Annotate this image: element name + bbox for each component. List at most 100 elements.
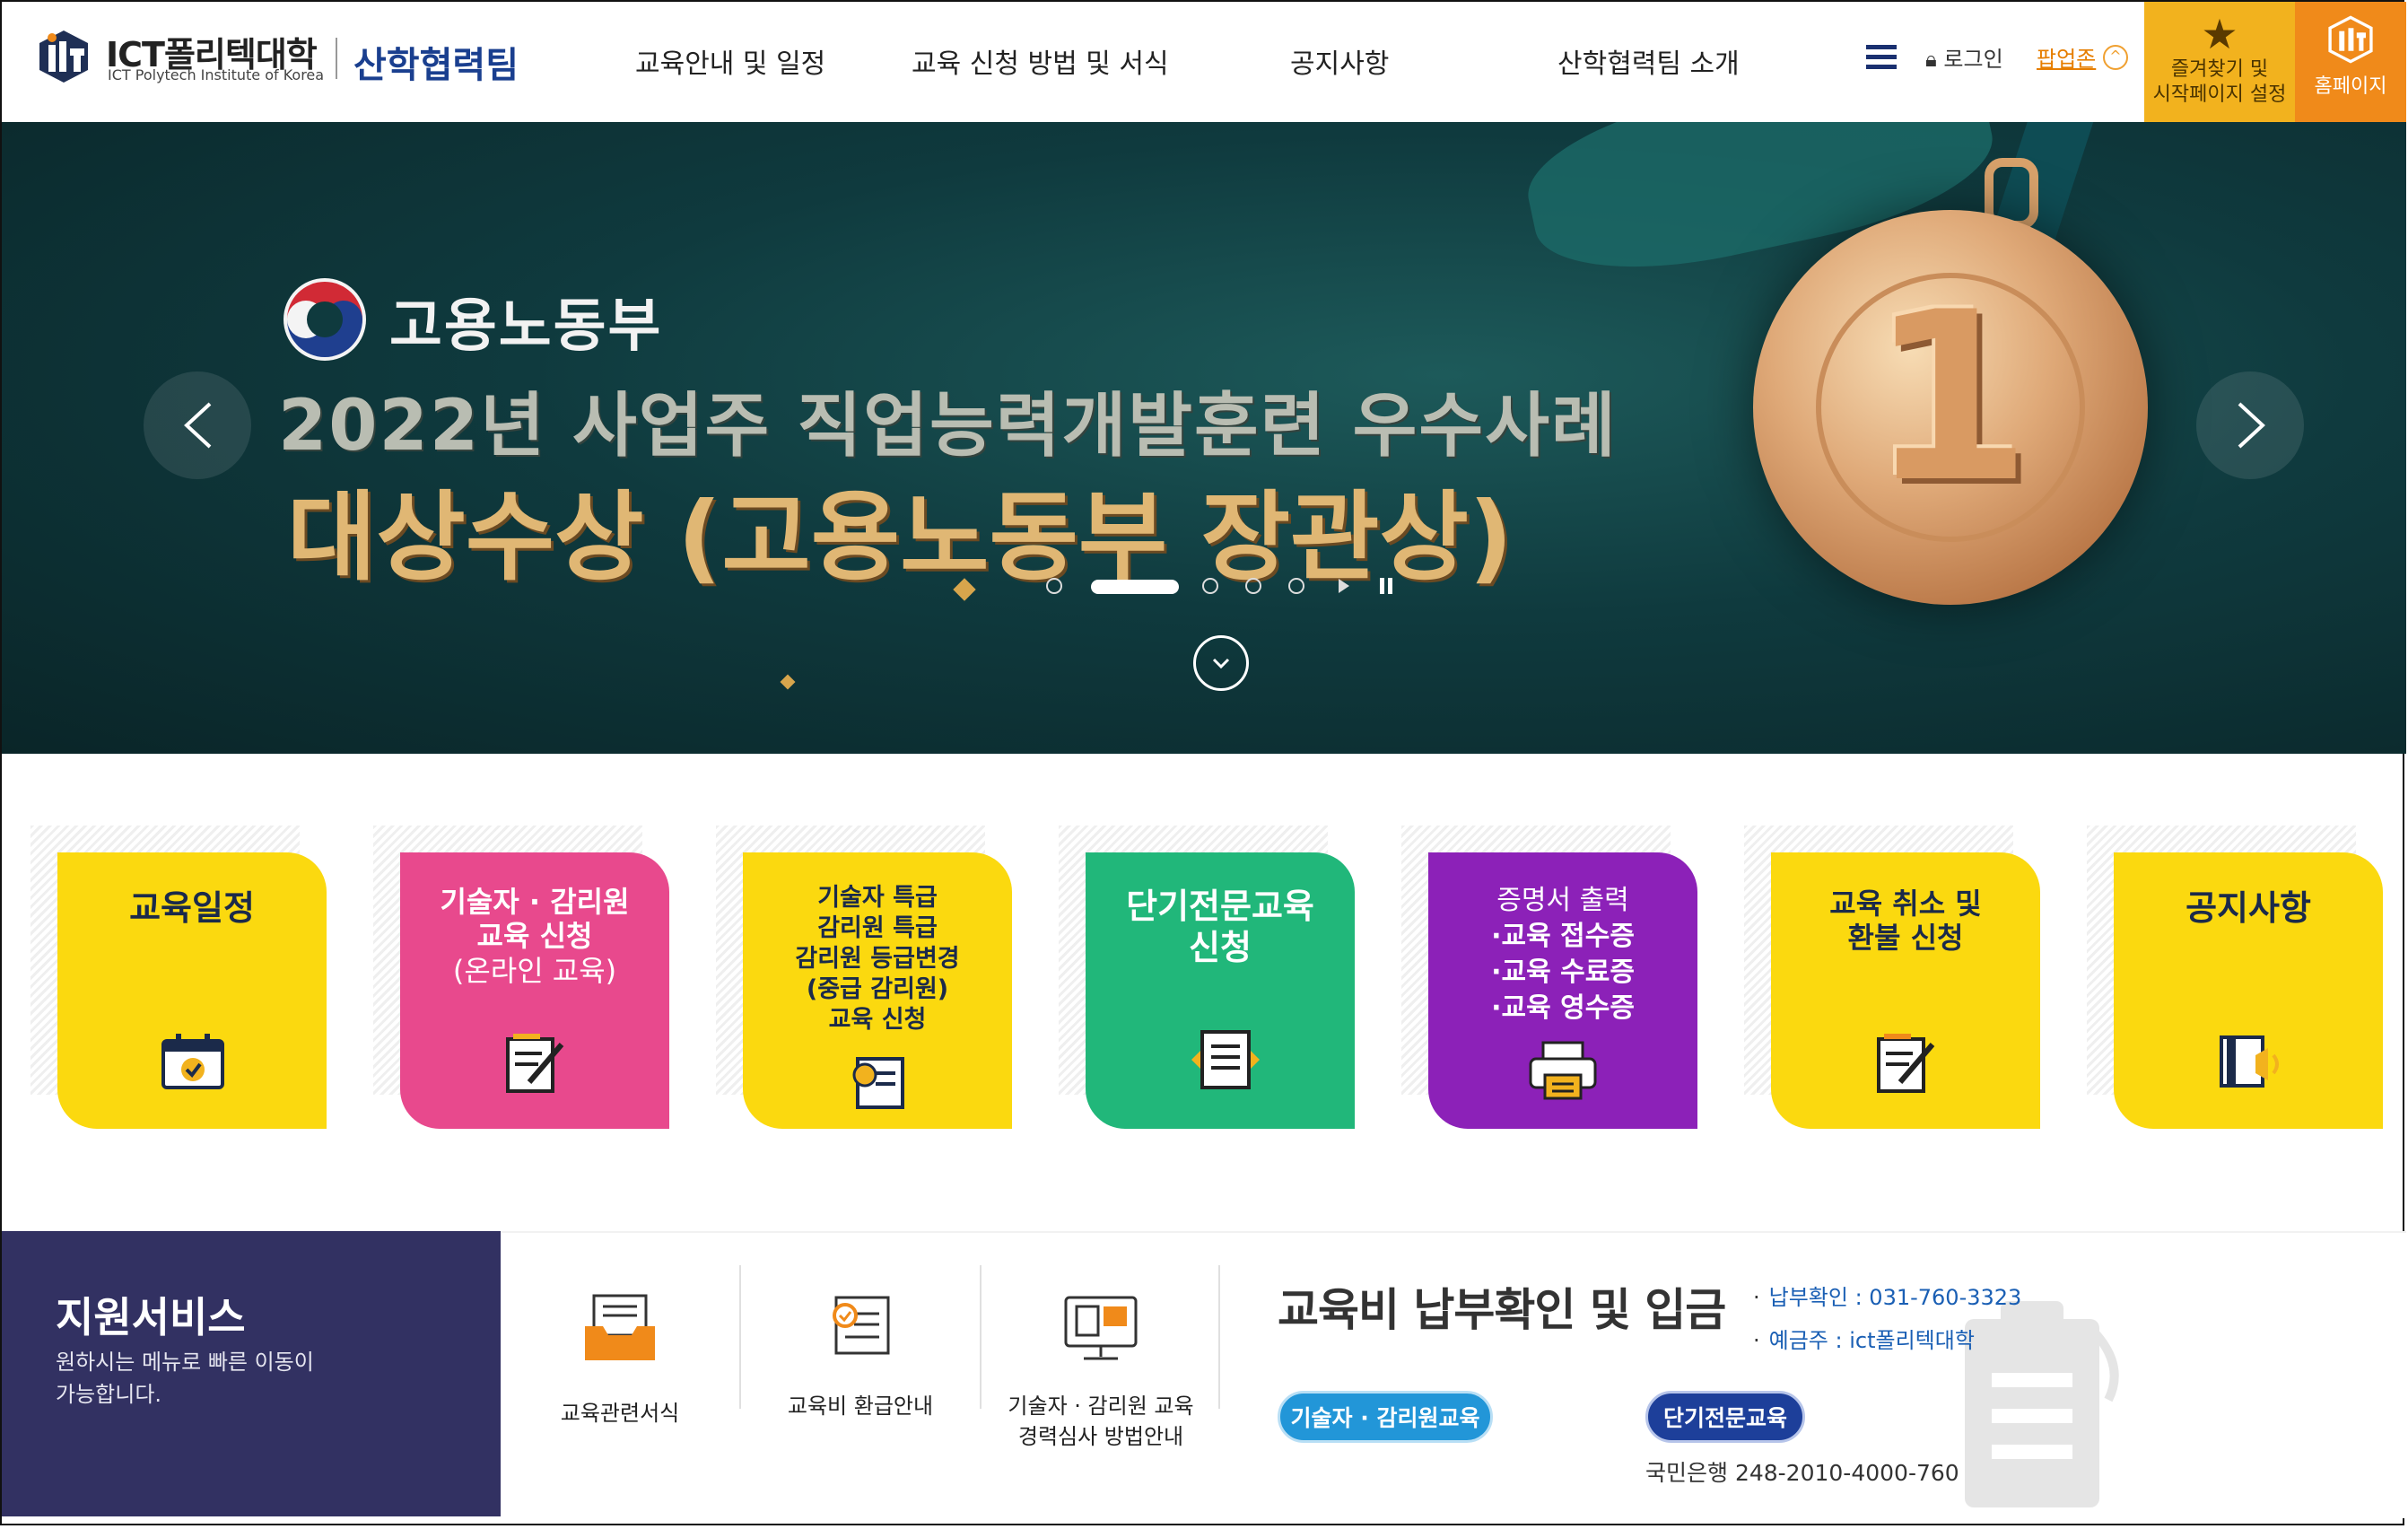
tile-line: (중급 감리원): [806, 975, 949, 1003]
cancel-form-icon: [1877, 1034, 1935, 1093]
service-label: 기술자 · 감리원 교육 경력심사 방법안내: [1008, 1394, 1194, 1449]
main-banner: 1 고용노동부 2022년 사업주 직업능력개발훈련 우수사례 대상수상 (고용…: [2, 122, 2406, 754]
tile-title: 교육 취소 및 환불 신청: [1771, 887, 2040, 956]
quick-tile-wrap: 기술자 · 감리원 교육 신청 (온라인 교육): [373, 826, 673, 1131]
service-label: 교육관련서식: [560, 1401, 680, 1426]
service-divider: [1218, 1265, 1220, 1409]
favorites-label-1: 즐겨찾기 및: [2170, 58, 2269, 81]
tile-line: 교육 신청: [828, 1006, 927, 1034]
payment-title: 교육비 납부확인 및 입금: [1278, 1284, 1726, 1336]
homepage-button[interactable]: 홈페이지: [2295, 2, 2406, 122]
nav-education-schedule[interactable]: 교육안내 및 일정: [635, 41, 825, 81]
lock-icon: 🔒︎: [1925, 47, 1944, 72]
banner-subheadline: 대상수상 (고용노동부 장관상): [287, 482, 1514, 594]
payment-info: · 납부확인 : 031-760-3323 · 예금주 : ict폴리텍대학: [1753, 1276, 2021, 1362]
homepage-label: 홈페이지: [2314, 75, 2387, 98]
tile-line: 기술자 특급: [817, 884, 938, 912]
service-career-review-guide[interactable]: 기술자 · 감리원 교육 경력심사 방법안내: [982, 1256, 1220, 1452]
payment-phone: 납부확인 : 031-760-3323: [1768, 1285, 2022, 1310]
ministry-name: 고용노동부: [389, 293, 663, 360]
chevron-down-icon: [1212, 658, 1230, 669]
popup-zone-link[interactable]: 팝업존: [2037, 41, 2096, 73]
pause-icon[interactable]: [1380, 578, 1392, 594]
chevron-right-icon: [2238, 402, 2265, 449]
tile-line: ·교육 접수증: [1491, 921, 1635, 952]
document-icon: [1191, 1030, 1260, 1089]
nav-notices[interactable]: 공지사항: [1290, 41, 1389, 81]
slide-dot-3[interactable]: [1202, 578, 1218, 594]
tile-line: ·교육 영수증: [1491, 992, 1635, 1024]
tile-line: 기술자 · 감리원: [440, 885, 630, 919]
tile-line: 신청: [1189, 927, 1252, 967]
tile-title: 공지사항: [2114, 888, 2383, 930]
tile-education-schedule[interactable]: 교육일정: [57, 852, 327, 1129]
login-label: 로그인: [1943, 47, 2003, 72]
tile-title: 기술자 · 감리원 교육 신청 (온라인 교육): [400, 885, 669, 988]
quick-tile-wrap: 공지사항: [2087, 826, 2386, 1131]
tile-line: (온라인 교육): [452, 953, 617, 988]
tile-title: 교육일정: [57, 888, 327, 930]
play-icon[interactable]: [1339, 579, 1349, 593]
support-description: 원하시는 메뉴로 빠른 이동이 가능합니다.: [56, 1350, 314, 1407]
support-title: 지원서비스: [56, 1293, 246, 1341]
service-label: 교육비 환급안내: [787, 1394, 934, 1419]
tile-title: 단기전문교육 신청: [1086, 887, 1355, 968]
bank-account: 국민은행 248-2010-4000-760: [1645, 1460, 1959, 1486]
nav-application-method[interactable]: 교육 신청 방법 및 서식: [912, 41, 1169, 81]
confetti-piece: [780, 674, 796, 690]
site-header: ICT폴리텍대학 ICT Polytech Institute of Korea…: [2, 2, 2406, 123]
tile-line: ·교육 수료증: [1491, 957, 1635, 988]
engineer-supervisor-education-button[interactable]: 기술자 · 감리원교육: [1278, 1391, 1493, 1443]
tile-title: 기술자 특급 감리원 특급 감리원 등급변경 (중급 감리원) 교육 신청: [743, 883, 1012, 1035]
logo-english-name[interactable]: ICT Polytech Institute of Korea: [108, 66, 324, 83]
prev-slide-button[interactable]: [144, 371, 251, 479]
login-link[interactable]: 🔒︎ 로그인: [1925, 41, 2003, 73]
scroll-icon: [852, 1057, 904, 1109]
edit-document-icon: [506, 1034, 564, 1093]
nav-team-intro[interactable]: 산학협력팀 소개: [1557, 41, 1740, 81]
next-slide-button[interactable]: [2196, 371, 2304, 479]
tile-line: 증명서 출력: [1496, 885, 1629, 916]
tile-certificate-print[interactable]: 증명서 출력 ·교육 접수증 ·교육 수료증 ·교육 영수증: [1428, 852, 1697, 1129]
tile-line: 공지사항: [2186, 888, 2311, 928]
quick-tile-wrap: 기술자 특급 감리원 특급 감리원 등급변경 (중급 감리원) 교육 신청: [716, 826, 1016, 1131]
scroll-down-button[interactable]: [1193, 635, 1249, 691]
bullet-dot: ·: [1753, 1285, 1760, 1310]
tile-online-education-apply[interactable]: 기술자 · 감리원 교육 신청 (온라인 교육): [400, 852, 669, 1129]
tile-grade-change-apply[interactable]: 기술자 특급 감리원 특급 감리원 등급변경 (중급 감리원) 교육 신청: [743, 852, 1012, 1129]
short-term-education-button[interactable]: 단기전문교육: [1645, 1391, 1805, 1443]
tile-notices[interactable]: 공지사항: [2114, 852, 2383, 1129]
slide-dot-1[interactable]: [1046, 578, 1062, 594]
tile-cancel-refund-apply[interactable]: 교육 취소 및 환불 신청: [1771, 852, 2040, 1129]
tile-short-term-education-apply[interactable]: 단기전문교육 신청: [1086, 852, 1355, 1129]
tile-line: 감리원 등급변경: [795, 945, 960, 973]
hamburger-menu-icon[interactable]: [1866, 45, 1897, 72]
ict-logo-icon[interactable]: [34, 27, 93, 86]
service-refund-guide[interactable]: 교육비 환급안내: [741, 1256, 980, 1421]
payment-holder: 예금주 : ict폴리텍대학: [1768, 1328, 1975, 1353]
calendar-icon: [161, 1034, 224, 1089]
favorites-label-2: 시작페이지 설정: [2152, 83, 2287, 106]
slide-dot-2-active[interactable]: [1091, 580, 1179, 594]
service-education-forms[interactable]: 교육관련서식: [501, 1256, 739, 1429]
taegeuk-logo-icon: [284, 278, 366, 361]
slide-dot-5[interactable]: [1288, 578, 1304, 594]
team-name-link[interactable]: 산학협력팀: [353, 36, 519, 88]
slide-dot-4[interactable]: [1245, 578, 1261, 594]
tile-line: 환불 신청: [1847, 921, 1964, 956]
quick-tile-wrap: 증명서 출력 ·교육 접수증 ·교육 수료증 ·교육 영수증: [1401, 826, 1701, 1131]
notice-speaker-icon: [2220, 1035, 2279, 1088]
tile-line: 단기전문교육: [1126, 887, 1314, 926]
support-services-panel: 지원서비스 원하시는 메뉴로 빠른 이동이 가능합니다.: [2, 1231, 501, 1516]
tile-line: 교육 신청: [476, 919, 593, 954]
favorites-button[interactable]: ★ 즐겨찾기 및 시작페이지 설정: [2144, 2, 2295, 122]
star-icon: ★: [2201, 10, 2238, 58]
chevron-up-icon[interactable]: ^: [2103, 45, 2128, 70]
printer-icon: [1529, 1041, 1597, 1100]
logo-divider: [336, 38, 337, 79]
home-logo-icon: [2328, 15, 2373, 64]
tile-title: 증명서 출력 ·교육 접수증 ·교육 수료증 ·교육 영수증: [1428, 883, 1697, 1027]
bullet-dot: ·: [1753, 1328, 1760, 1353]
tile-line: 교육 취소 및: [1829, 887, 1982, 921]
banner-headline: 2022년 사업주 직업능력개발훈련 우수사례: [278, 386, 1618, 467]
